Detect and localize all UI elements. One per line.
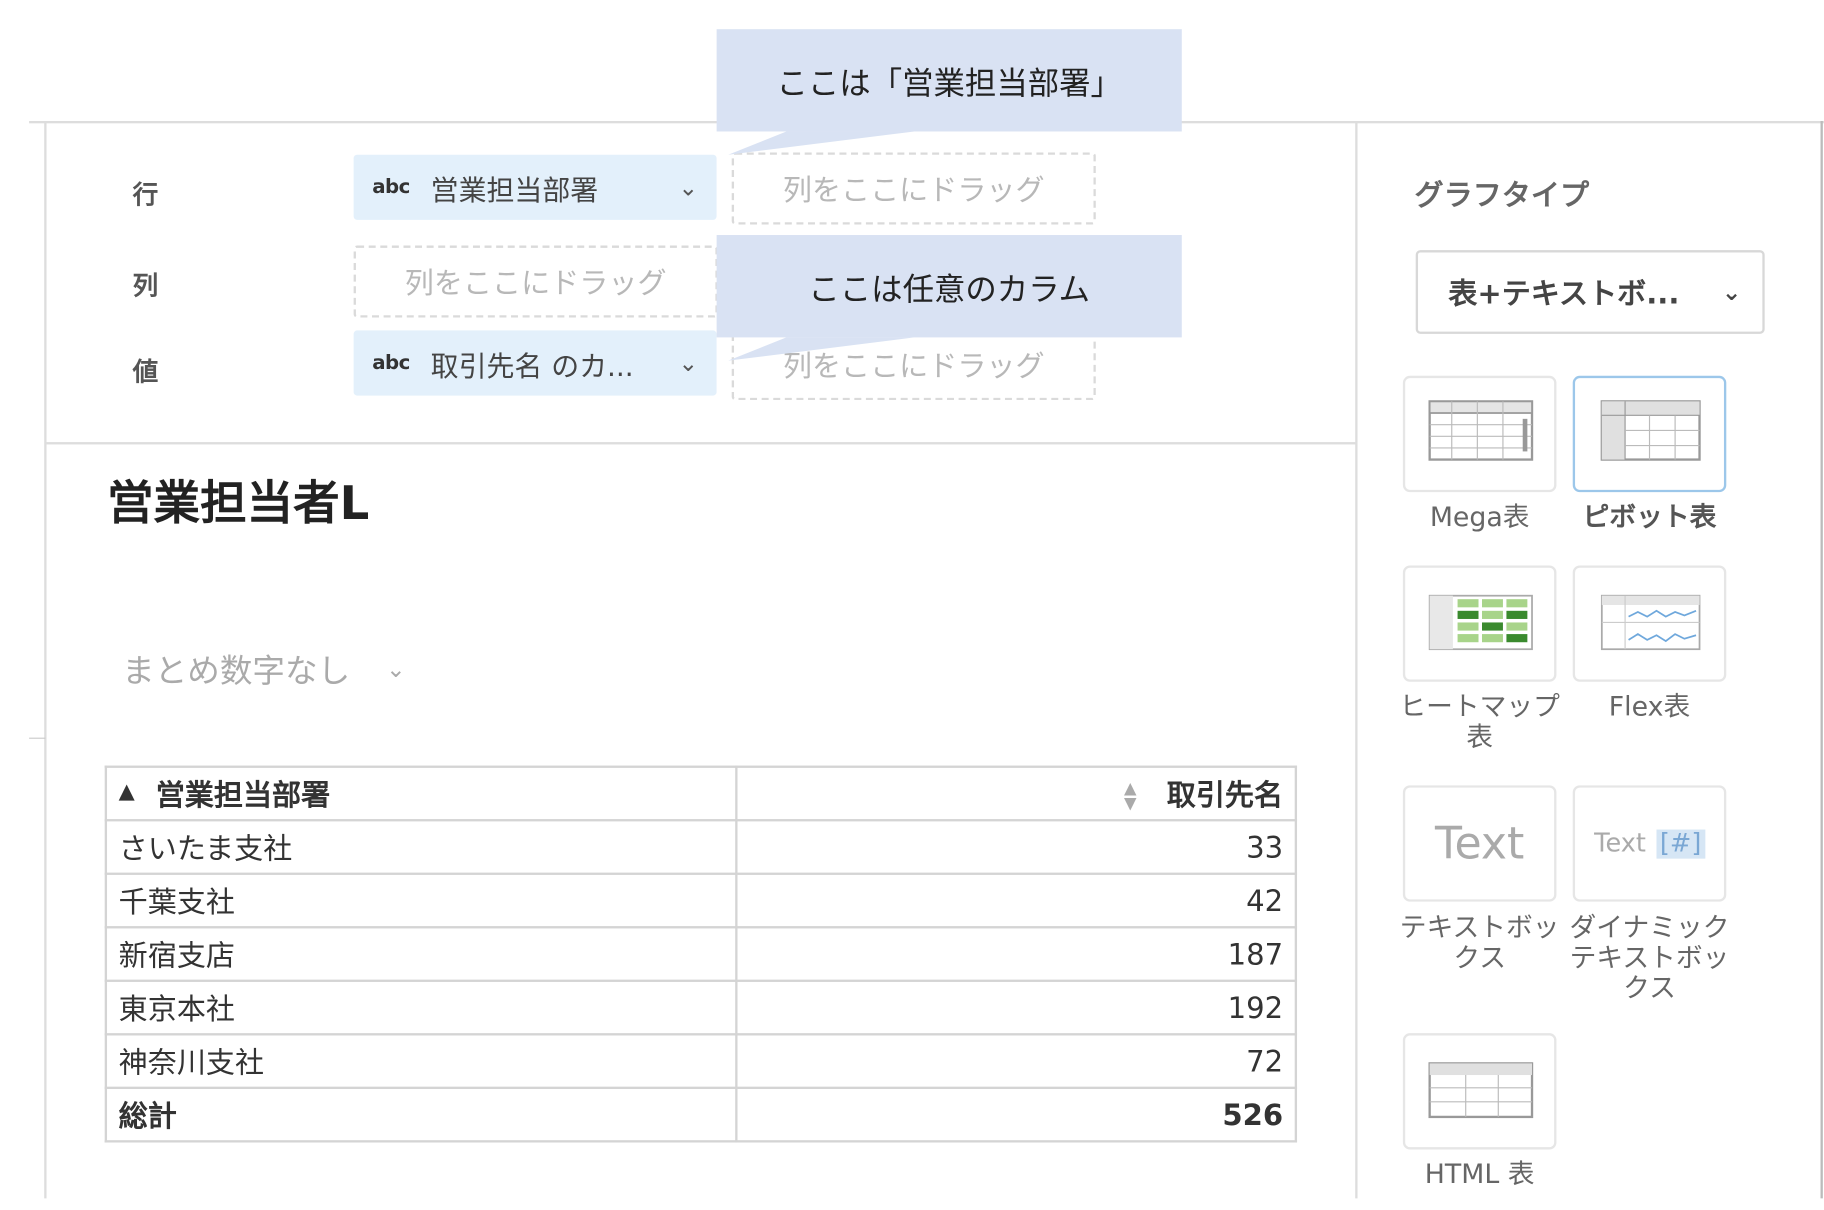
text-box-icon: Text <box>1434 817 1525 870</box>
value-field-pill[interactable]: abc 取引先名 のカ... ⌄ <box>353 330 717 396</box>
callout-first-text: ここは「営業担当部署」 <box>776 65 1122 102</box>
total-row: 総計 526 <box>104 1086 1298 1143</box>
flex-table-icon <box>1600 594 1701 651</box>
pivot-table-icon <box>1600 400 1701 461</box>
row-field-name: 営業担当部署 <box>430 173 599 207</box>
preview-text: Text <box>1594 828 1646 859</box>
chart-type-flex-table[interactable] <box>1572 565 1727 682</box>
row-value: 187 <box>735 926 1298 982</box>
sort-asc-icon[interactable]: ▲ <box>119 780 135 804</box>
table-row: 新宿支店 187 <box>104 926 1298 982</box>
chart-type-pivot-table[interactable] <box>1572 375 1727 493</box>
row-value: 42 <box>735 872 1298 929</box>
chart-type-dynamic-text-box[interactable]: Text [#] <box>1572 785 1727 902</box>
tile-label-text-box: テキストボックス <box>1399 913 1560 974</box>
graph-type-value: 表+テキストボ... <box>1448 276 1680 311</box>
mega-table-icon <box>1428 400 1534 461</box>
row-label: 千葉支社 <box>104 872 738 929</box>
table-header-row: ▲ 営業担当部署 ▲ ▼ 取引先名 <box>104 765 1298 822</box>
chart-type-html-table[interactable] <box>1402 1033 1557 1150</box>
tile-label-heatmap: ヒートマップ表 <box>1399 692 1560 753</box>
chevron-down-icon[interactable]: ⌄ <box>678 173 698 201</box>
graph-type-title: グラフタイプ <box>1414 178 1590 212</box>
pivot-table: ▲ 営業担当部署 ▲ ▼ 取引先名 さいたま支社 33 千葉支社 42 新宿支店 18… <box>104 765 1298 1143</box>
tile-label-dynamic-text-box: ダイナミックテキストボックス <box>1569 913 1730 1005</box>
row-label: 神奈川支社 <box>104 1033 738 1089</box>
text-type-icon: abc <box>372 175 410 199</box>
row-label: さいたま支社 <box>104 819 738 875</box>
row-drop-zone[interactable]: 列をここにドラッグ <box>731 152 1096 225</box>
report-title: 営業担当者L <box>107 477 370 531</box>
total-value: 526 <box>735 1086 1298 1143</box>
row-field-pill[interactable]: abc 営業担当部署 ⌄ <box>353 154 717 220</box>
row-value: 72 <box>735 1033 1298 1089</box>
header-label: 取引先名 <box>1166 778 1284 813</box>
drop-placeholder: 列をここにドラッグ <box>404 266 667 301</box>
chevron-down-icon[interactable]: ⌄ <box>678 349 698 377</box>
column-drop-zone[interactable]: 列をここにドラッグ <box>353 245 718 318</box>
pivot-editor: 行 列 値 abc 営業担当部署 ⌄ 列をここにドラッグ 列をここにドラッグ a… <box>0 0 1824 1210</box>
header-cell-department[interactable]: ▲ 営業担当部署 <box>104 765 738 822</box>
chart-type-heatmap-table[interactable] <box>1402 565 1557 682</box>
row-label: 東京本社 <box>104 979 738 1036</box>
table-row: 千葉支社 42 <box>104 872 1298 929</box>
drop-placeholder: 列をここにドラッグ <box>782 173 1045 208</box>
chart-type-text-box[interactable]: Text <box>1402 785 1557 902</box>
sort-both-icon[interactable]: ▲ ▼ <box>1124 781 1137 812</box>
divider <box>46 442 1357 445</box>
tile-label-mega: Mega表 <box>1429 502 1530 533</box>
chevron-down-icon: ⌄ <box>386 655 406 683</box>
chart-type-mega-table[interactable] <box>1402 375 1557 493</box>
tile-label-html: HTML 表 <box>1424 1159 1535 1191</box>
tile-label-pivot: ピボット表 <box>1582 502 1717 533</box>
divider <box>1355 120 1358 1199</box>
heatmap-table-icon <box>1428 594 1533 651</box>
chevron-down-icon: ⌄ <box>1721 278 1742 306</box>
graph-type-select[interactable]: 表+テキストボ... ⌄ <box>1415 250 1765 334</box>
divider <box>1820 120 1823 1199</box>
callout-second-text: ここは任意のカラム <box>808 271 1091 308</box>
preview-tag: [#] <box>1656 828 1705 859</box>
table-row: 神奈川支社 72 <box>104 1033 1298 1089</box>
summary-select-label: まとめ数字なし <box>122 651 351 690</box>
header-label: 営業担当部署 <box>155 778 331 813</box>
row-value: 33 <box>735 819 1298 875</box>
column-shelf-label: 列 <box>132 272 159 302</box>
total-label: 総計 <box>104 1086 738 1143</box>
table-row: 東京本社 192 <box>104 979 1298 1036</box>
row-value: 192 <box>735 979 1298 1036</box>
divider <box>29 737 46 739</box>
dynamic-text-box-icon: Text [#] <box>1594 828 1705 859</box>
value-shelf-label: 値 <box>132 358 159 388</box>
row-label: 新宿支店 <box>104 926 738 982</box>
header-cell-account[interactable]: ▲ ▼ 取引先名 <box>735 765 1298 822</box>
tile-label-flex: Flex表 <box>1608 692 1691 723</box>
row-shelf-label: 行 <box>132 181 159 211</box>
table-row: さいたま支社 33 <box>104 819 1298 875</box>
summary-select[interactable]: まとめ数字なし ⌄ <box>122 646 405 693</box>
value-field-name: 取引先名 のカ... <box>430 349 634 383</box>
divider <box>44 120 47 1199</box>
html-table-icon <box>1428 1062 1534 1119</box>
text-type-icon: abc <box>372 351 410 375</box>
